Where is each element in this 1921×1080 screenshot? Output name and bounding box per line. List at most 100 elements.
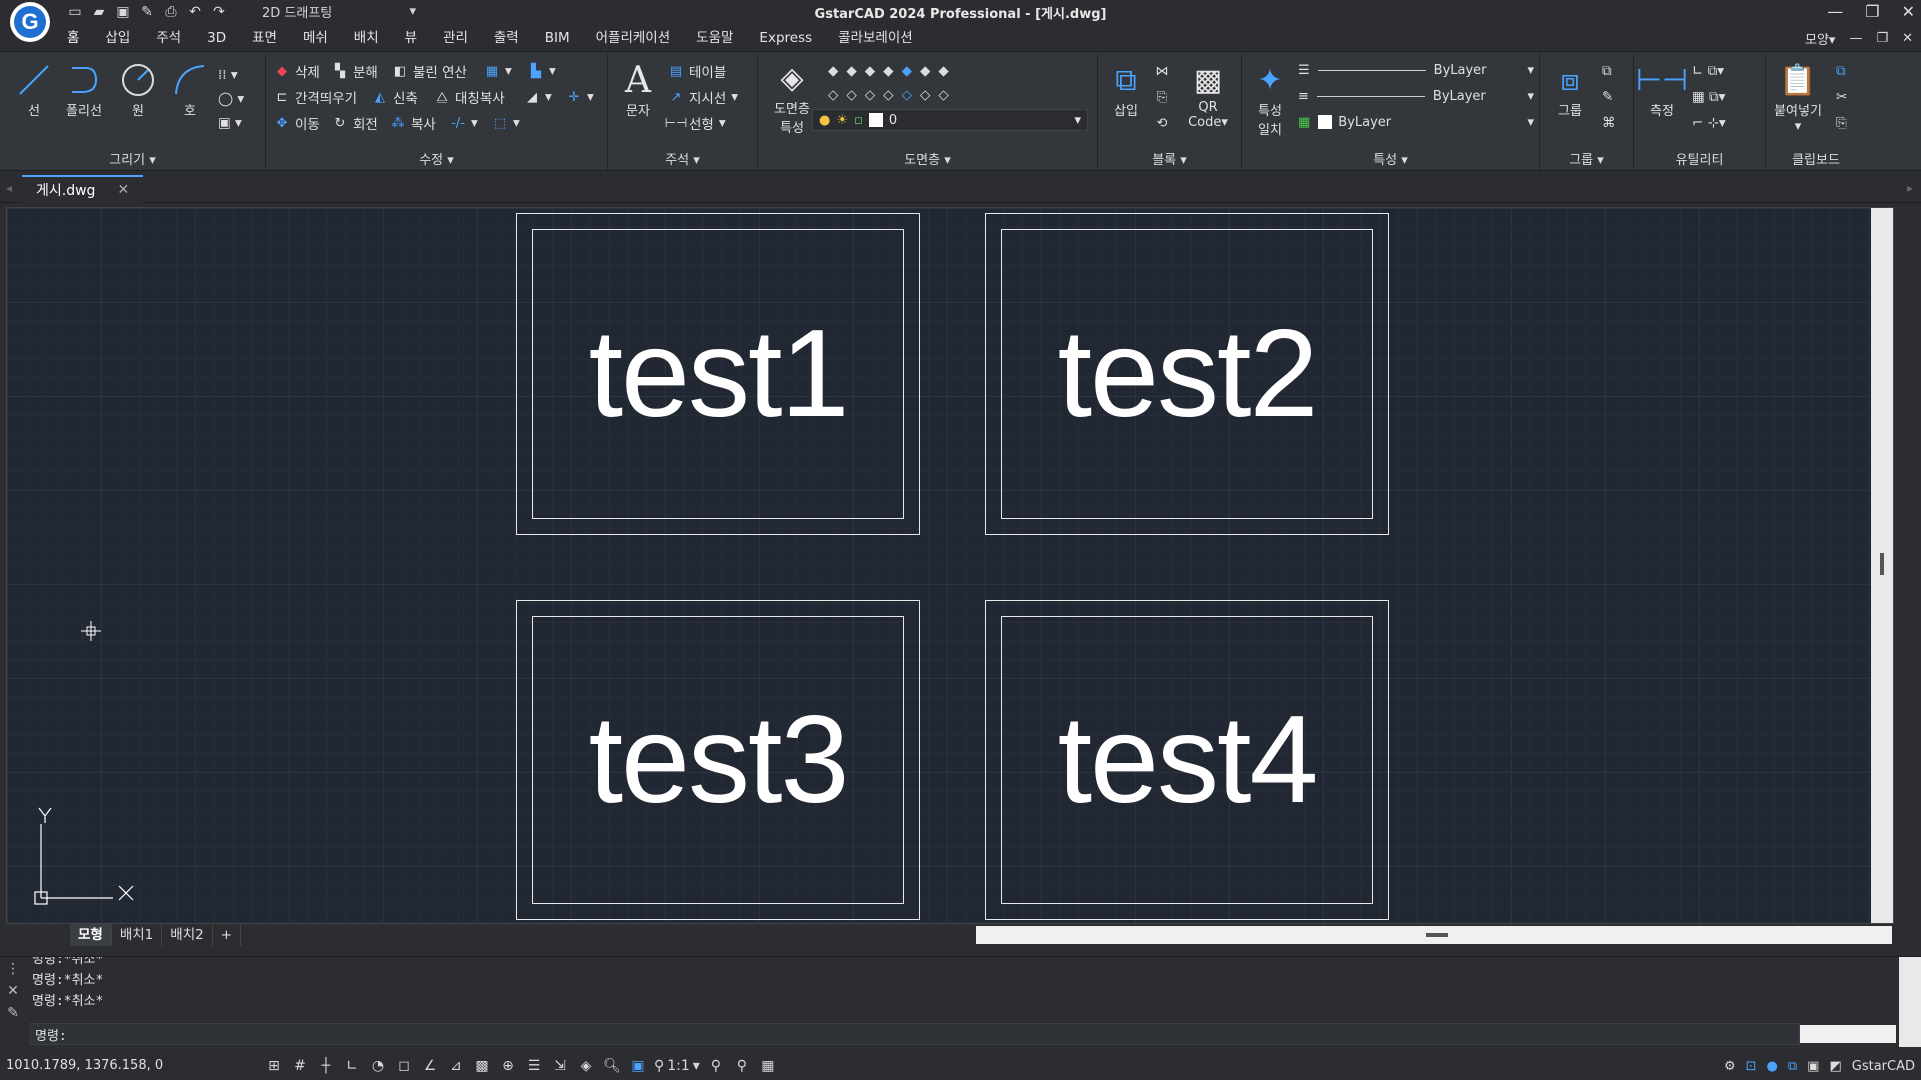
frame-text[interactable]: test1 [589,303,850,445]
tab-scroll-left-icon[interactable]: ◂ [6,181,12,195]
ungroup-icon[interactable]: ⧉ [1602,60,1612,82]
add-layout-button[interactable]: + [213,924,242,946]
doc-close-button[interactable]: ✕ [1902,31,1913,46]
circle-tool[interactable]: 원 [112,60,164,119]
calculator-icon[interactable]: ▦ ⧉▾ [1692,86,1725,108]
array-button[interactable]: ▦ ▾ [484,60,512,82]
menu-surface[interactable]: 표면 [239,26,290,50]
drawing-frame[interactable]: test1 [516,213,920,535]
grip-icon[interactable]: ⋮ [6,961,20,977]
polar-tracking-icon[interactable]: ◔ [368,1056,388,1076]
annotation-scale-icon[interactable]: ⚲ 1:1 ▾ [654,1056,700,1076]
modify-panel-label[interactable]: 수정 ▾ [266,149,607,168]
menu-home[interactable]: 홈 [54,26,92,50]
horizontal-scroll-thumb[interactable] [1426,933,1448,937]
rotate-button[interactable]: ↻ 회전 [332,112,378,134]
command-horizontal-scrollbar[interactable] [1800,1025,1896,1043]
menu-help[interactable]: 도움말 [683,26,746,50]
save-as-icon[interactable]: ✎ [138,3,156,21]
coordinate-icon[interactable]: ∟ ⧉▾ [1692,60,1724,82]
grid-icon[interactable]: # [290,1056,310,1076]
menu-bim[interactable]: BIM [532,26,583,50]
command-scrollbar[interactable] [1899,957,1921,1047]
lineweight-toggle-icon[interactable]: ☰ [524,1056,544,1076]
block-redefine-button[interactable]: ⟲ [1154,112,1170,134]
snap-icon[interactable]: ⊞ [264,1056,284,1076]
frame-text[interactable]: test2 [1058,303,1319,445]
polyline-tool[interactable]: 폴리선 [58,60,110,119]
erase-button[interactable]: ◆ 삭제 [274,60,320,82]
menu-applications[interactable]: 어플리케이션 [583,26,684,50]
vertical-scroll-thumb[interactable] [1880,553,1884,575]
save-icon[interactable]: ▣ [114,3,132,21]
workspace-dropdown[interactable]: 2D 드래프팅 ▾ [258,1,420,21]
menu-manage[interactable]: 관리 [430,26,481,50]
lock-icon[interactable]: ⊡ [1746,1059,1757,1074]
menu-view[interactable]: 뷰 [392,26,430,50]
text-tool[interactable]: A 문자 [612,60,664,120]
properties-panel-label[interactable]: 특성 ▾ [1242,149,1539,168]
new-file-icon[interactable]: ▭ [66,3,84,21]
insert-block-tool[interactable]: ⧉ 삽입 [1100,60,1152,120]
offset-button[interactable]: ⊏ 간격띄우기 [274,86,358,108]
object-snap-tracking-icon[interactable]: ∠ [420,1056,440,1076]
linear-dim-button[interactable]: ⊢⊣ 선형 ▾ [665,112,726,134]
group-tool[interactable]: ⧈ 그룹 [1544,60,1596,120]
ellipse-icon[interactable]: ◯ ▾ [218,88,244,110]
layer-dropdown[interactable]: ● ☀ ▫ 0 ▾ [812,109,1088,131]
boolean-button[interactable]: ◧ 불린 연산 [392,60,467,82]
menu-layout[interactable]: 배치 [341,26,392,50]
point-style-icon[interactable]: ⌐ ⊹▾ [1692,112,1726,134]
block-editor-button[interactable]: ⋈ [1154,60,1170,82]
customize-icon[interactable]: ✎ [7,1005,19,1021]
frame-text[interactable]: test4 [1058,689,1319,831]
copy-with-base-icon[interactable]: ⎘ [1836,112,1847,134]
align-button[interactable]: ▙ ▾ [528,60,556,82]
redo-icon[interactable]: ↷ [210,3,228,21]
paste-tool[interactable]: 📋 붙여넣기 ▾ [1766,60,1830,135]
quick-properties-icon[interactable]: ▦ [758,1056,778,1076]
close-icon[interactable]: ✕ [117,182,129,198]
block-attribute-button[interactable]: ⎘ [1154,86,1170,108]
cut-icon[interactable]: ✂ [1836,86,1847,108]
isolate-objects-icon[interactable]: ● [1767,1059,1778,1074]
close-button[interactable]: ✕ [1902,2,1915,21]
explode-button[interactable]: ▚ 분해 [332,60,378,82]
color-dropdown[interactable]: ▦ ByLayer ▾ [1298,112,1534,132]
ortho-icon[interactable]: ∟ [342,1056,362,1076]
layer-tools-row2[interactable]: ◇ ◇ ◇ ◇ ◇ ◇ ◇ [828,84,949,106]
doc-restore-button[interactable]: ❐ [1876,31,1888,46]
zoom-icon[interactable]: 🔍︎ [602,1056,622,1076]
hatch-icon[interactable]: ⁞⁞ ▾ [218,64,238,86]
tab-layout2[interactable]: 배치2 [162,924,213,946]
group-panel-label[interactable]: 그룹 ▾ [1540,149,1633,168]
drawing-frame[interactable]: test3 [516,600,920,920]
object-snap-icon[interactable]: ⊿ [446,1056,466,1076]
style-dropdown[interactable]: 모양▾ [1805,29,1835,48]
hardware-acceleration-icon[interactable]: ⧉ [1788,1059,1797,1074]
layer-tools-row1[interactable]: ◆ ◆ ◆ ◆ ◆ ◆ ◆ [828,60,949,82]
utilities-panel-label[interactable]: 유틸리티 [1634,149,1765,168]
infer-constraints-icon[interactable]: ┼ [316,1056,336,1076]
scale-button[interactable]: ⬚ ▾ [492,112,520,134]
fillet-button[interactable]: ◢ ▾ [524,86,552,108]
clean-screen-icon[interactable]: ▣ [1807,1059,1819,1074]
line-tool[interactable]: 선 [8,60,60,119]
annotation-visibility-icon[interactable]: ⚲ [706,1056,726,1076]
frame-text[interactable]: test3 [589,689,850,831]
clipboard-panel-label[interactable]: 클립보드 [1766,149,1866,168]
stretch-button[interactable]: ◭ 신축 [372,86,418,108]
selection-cycling-icon[interactable]: ◈ [576,1056,596,1076]
move-button[interactable]: ✥ 이동 [274,112,320,134]
open-folder-icon[interactable]: ▰ [90,3,108,21]
draw-panel-label[interactable]: 그리기 ▾ [0,149,265,168]
annotation-monitor-icon[interactable]: ▣ [628,1056,648,1076]
doc-minimize-button[interactable]: — [1849,31,1862,46]
linetype-dropdown[interactable]: ≡ ByLayer ▾ [1298,86,1534,106]
dynamic-ucs-icon[interactable]: ▩ [472,1056,492,1076]
mirror-button[interactable]: ⧋ 대칭복사 [434,86,505,108]
qr-code-tool[interactable]: ▩ QR Code▾ [1182,60,1234,131]
drawing-canvas[interactable]: test1 test2 test3 test4 [6,207,1894,924]
break-button[interactable]: -/- ▾ [450,112,478,134]
undo-icon[interactable]: ↶ [186,3,204,21]
